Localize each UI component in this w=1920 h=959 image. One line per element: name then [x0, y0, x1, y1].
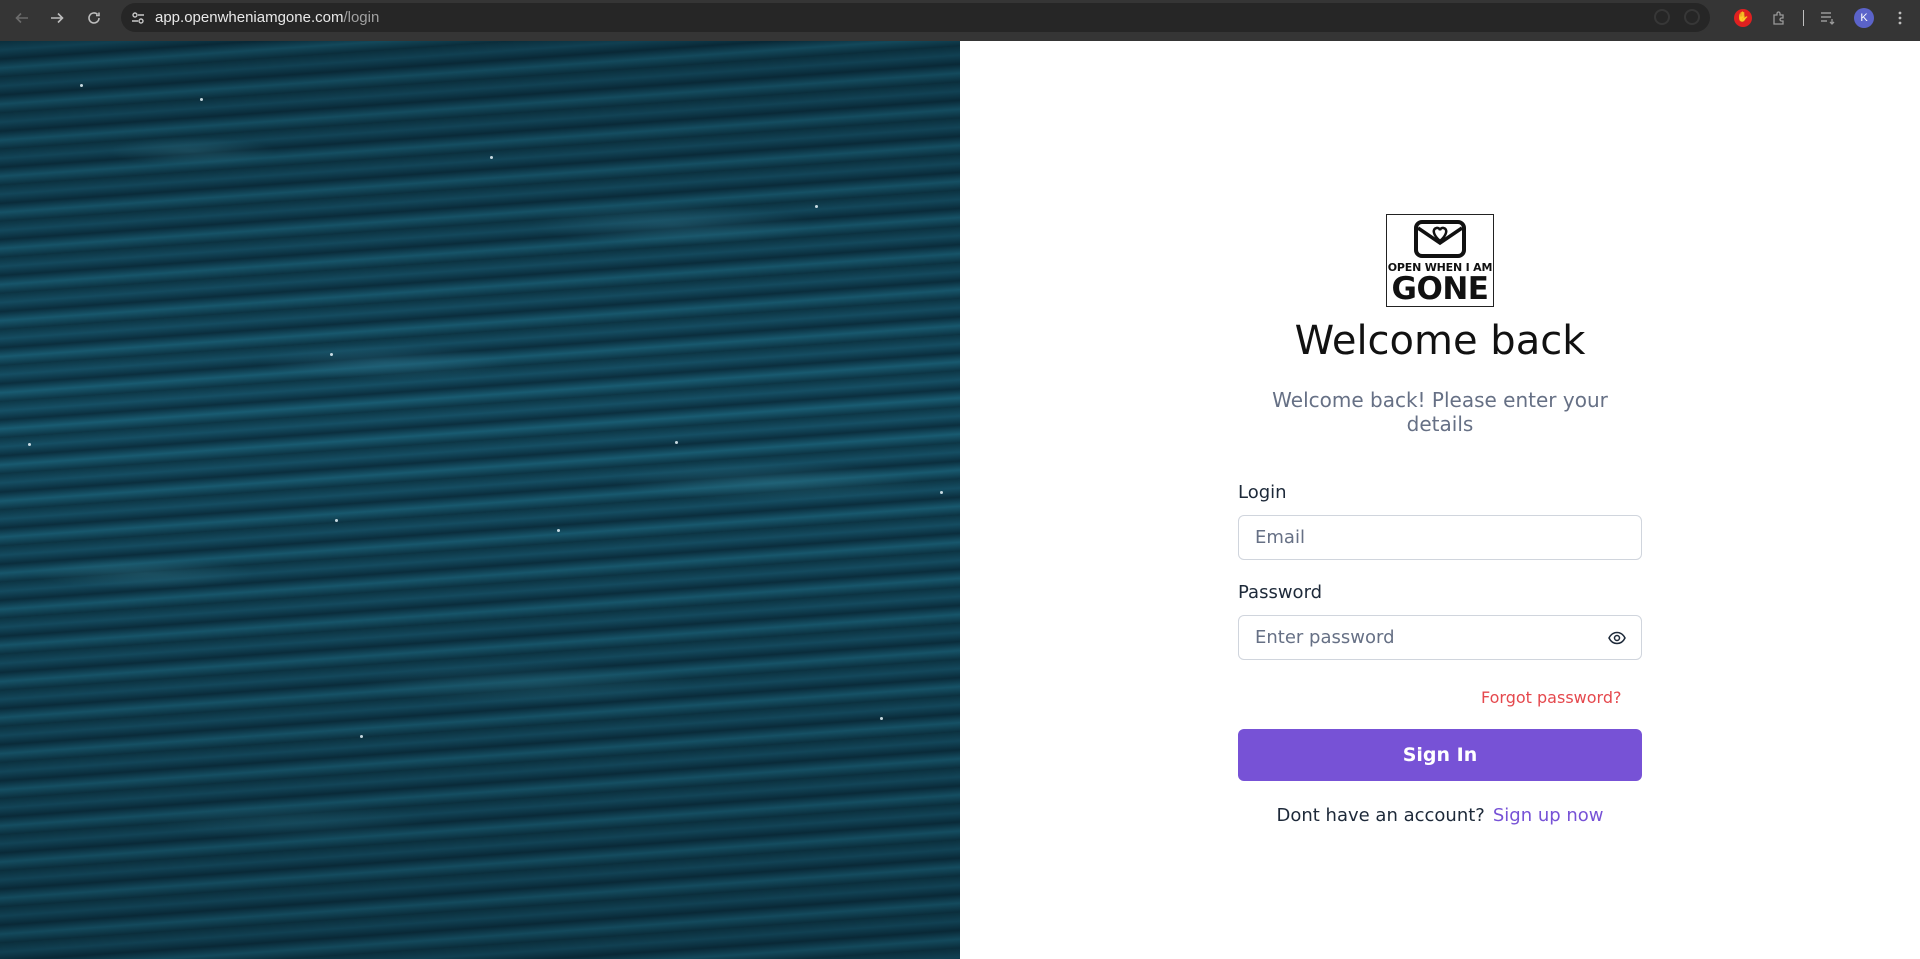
omnibox-actions	[1654, 9, 1700, 25]
password-label: Password	[1238, 582, 1323, 603]
tune-icon	[132, 11, 144, 24]
hand-stop-icon: ✋	[1734, 8, 1752, 27]
extensions-area: ✋ K	[1719, 0, 1920, 35]
arrow-left-icon	[15, 12, 28, 24]
sign-in-button[interactable]: Sign In	[1238, 729, 1642, 781]
url-text: app.openwheniamgone.com/login	[155, 9, 379, 26]
water-sparkle	[80, 84, 83, 87]
bookmark-star-icon[interactable]	[1684, 9, 1700, 25]
water-sparkle	[490, 156, 493, 159]
water-sparkle	[815, 205, 818, 208]
email-field[interactable]	[1239, 516, 1641, 559]
extensions-puzzle-button[interactable]	[1767, 6, 1791, 30]
login-label: Login	[1238, 482, 1287, 503]
password-field[interactable]	[1239, 616, 1641, 659]
site-info-button[interactable]	[127, 7, 149, 29]
search-icon[interactable]	[1654, 9, 1670, 25]
email-field-wrapper	[1238, 515, 1642, 560]
url-domain: app.openwheniamgone.com	[155, 9, 344, 26]
profile-button[interactable]: K	[1852, 6, 1876, 30]
toolbar-divider	[1803, 9, 1804, 26]
toggle-password-visibility[interactable]	[1607, 629, 1627, 647]
back-button[interactable]	[8, 4, 36, 32]
url-path: /login	[343, 9, 380, 26]
water-sparkle	[675, 441, 678, 444]
forward-button[interactable]	[43, 4, 71, 32]
signup-prompt: Dont have an account? Sign up now	[1238, 805, 1642, 826]
water-sparkle	[330, 353, 333, 356]
arrow-right-icon	[51, 12, 64, 24]
page-subtitle: Welcome back! Please enter your details	[1272, 388, 1608, 436]
reading-list-button[interactable]	[1816, 6, 1840, 30]
app-logo: OPEN WHEN I AM GONE	[1386, 214, 1494, 307]
address-bar[interactable]: app.openwheniamgone.com/login	[121, 3, 1710, 32]
eye-icon	[1608, 631, 1626, 645]
water-sparkle	[200, 98, 203, 101]
browser-toolbar: app.openwheniamgone.com/login ✋ K	[0, 0, 1920, 41]
more-vertical-icon	[1898, 11, 1902, 24]
water-sparkle	[557, 529, 560, 532]
reload-button[interactable]	[80, 4, 108, 32]
water-sparkle	[360, 735, 363, 738]
reading-list-icon	[1821, 11, 1835, 25]
reload-icon	[88, 12, 100, 24]
water-sparkle	[880, 717, 883, 720]
forgot-password-link[interactable]: Forgot password?	[1481, 688, 1621, 707]
hero-ocean-image	[0, 41, 960, 959]
page-title: Welcome back	[1294, 318, 1586, 364]
browser-menu-button[interactable]	[1888, 6, 1912, 30]
sign-up-link[interactable]: Sign up now	[1493, 805, 1604, 826]
envelope-heart-icon	[1414, 220, 1466, 258]
water-sparkle	[940, 491, 943, 494]
extension-button[interactable]: ✋	[1731, 6, 1755, 30]
water-sparkle	[28, 443, 31, 446]
password-field-wrapper	[1238, 615, 1642, 660]
puzzle-icon	[1773, 10, 1784, 25]
logo-text-bottom: GONE	[1391, 271, 1489, 307]
water-sparkle	[335, 519, 338, 522]
avatar: K	[1854, 7, 1874, 28]
no-account-text: Dont have an account?	[1276, 805, 1485, 826]
